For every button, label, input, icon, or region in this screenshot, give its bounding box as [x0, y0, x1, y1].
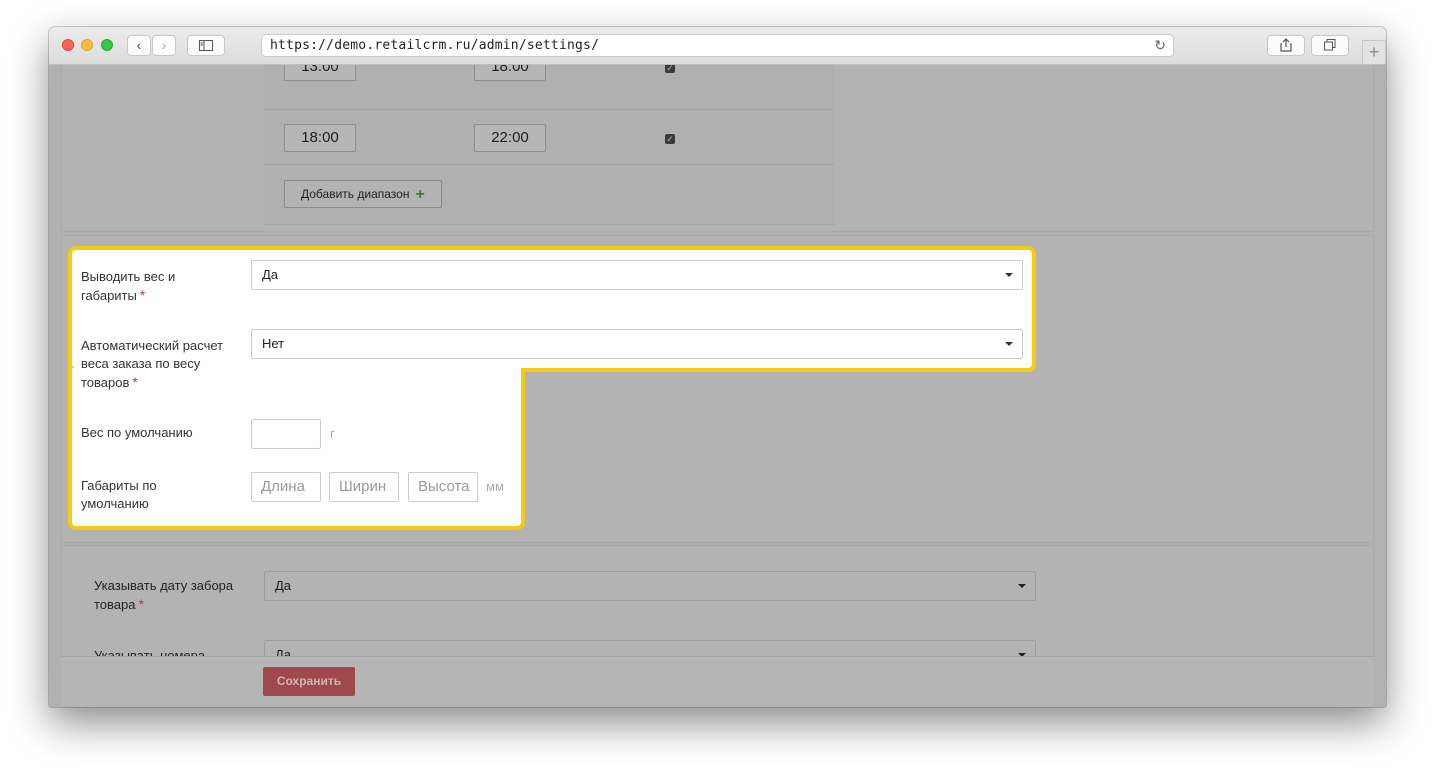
plus-icon: +: [415, 186, 425, 203]
browser-toolbar: ‹ › https://demo.retailcrm.ru/admin/sett…: [49, 27, 1386, 65]
weight-unit: г: [330, 426, 335, 441]
time-from-field[interactable]: 13:00: [284, 65, 356, 81]
chevron-right-icon: ›: [161, 37, 167, 53]
required-mark: *: [132, 374, 138, 390]
forward-button[interactable]: ›: [152, 35, 176, 56]
required-mark: *: [138, 596, 144, 612]
close-window-button[interactable]: [62, 39, 74, 51]
show-weight-label: Выводить вес и габариты *: [81, 268, 231, 305]
new-tab-button[interactable]: +: [1362, 40, 1386, 64]
required-mark: *: [139, 287, 146, 303]
caret-down-icon: [1018, 584, 1026, 588]
add-range-label: Добавить диапазон: [301, 187, 410, 201]
reload-icon[interactable]: ↻: [1154, 37, 1166, 54]
save-button[interactable]: Сохранить: [263, 667, 355, 696]
minimize-window-button[interactable]: [81, 39, 93, 51]
zoom-window-button[interactable]: [101, 39, 113, 51]
show-weight-select[interactable]: Да: [251, 260, 1023, 290]
auto-calc-value: Нет: [262, 336, 285, 351]
tabs-overview-button[interactable]: [1311, 35, 1349, 56]
url-text: https://demo.retailcrm.ru/admin/settings…: [270, 38, 600, 53]
default-weight-input[interactable]: [251, 419, 321, 449]
pickup-date-label-text: Указывать дату забора товара: [94, 578, 234, 612]
chevron-left-icon: ‹: [136, 37, 142, 53]
pickup-date-label: Указывать дату забора товара *: [94, 577, 244, 614]
default-weight-label: Вес по умолчанию: [81, 425, 193, 440]
time-ranges-panel: 13:00 18:00 ✓ 18:00 22:00 ✓ Добавить диа…: [61, 65, 1374, 232]
pickup-date-select[interactable]: Да: [264, 571, 1036, 601]
auto-calc-select[interactable]: Нет: [251, 329, 1023, 359]
divider: [264, 109, 834, 110]
back-button[interactable]: ‹: [127, 35, 151, 56]
address-bar[interactable]: https://demo.retailcrm.ru/admin/settings…: [261, 34, 1174, 57]
auto-calc-label: Автоматический расчет веса заказа по вес…: [81, 337, 231, 392]
pickup-date-value: Да: [275, 578, 292, 593]
time-range-checkbox[interactable]: ✓: [665, 134, 675, 144]
tabs-icon: [1324, 39, 1336, 51]
time-to-field[interactable]: 18:00: [474, 65, 546, 81]
show-weight-label-text: Выводить вес и габариты: [81, 269, 176, 303]
add-range-button[interactable]: Добавить диапазон +: [284, 180, 442, 208]
sidebar-toggle-button[interactable]: [187, 35, 225, 56]
height-input[interactable]: Высота: [408, 472, 478, 502]
caret-down-icon: [1005, 342, 1013, 346]
share-button[interactable]: [1267, 35, 1305, 56]
caret-down-icon: [1005, 273, 1013, 277]
form-footer: Сохранить: [61, 656, 1374, 707]
time-from-field[interactable]: 18:00: [284, 124, 356, 152]
divider: [264, 164, 834, 165]
sidebar-icon: [199, 40, 213, 51]
dimensions-unit: мм: [486, 479, 504, 494]
auto-calc-label-text: Автоматический расчет веса заказа по вес…: [81, 338, 224, 390]
time-range-checkbox[interactable]: ✓: [665, 65, 675, 73]
share-icon: [1280, 38, 1292, 52]
plus-icon: +: [1368, 42, 1380, 62]
time-to-field[interactable]: 22:00: [474, 124, 546, 152]
default-dimensions-label: Габариты по умолчанию: [81, 478, 157, 511]
divider: [264, 224, 834, 225]
length-input[interactable]: Длина: [251, 472, 321, 502]
show-weight-value: Да: [262, 267, 279, 282]
width-input[interactable]: Ширин: [329, 472, 399, 502]
